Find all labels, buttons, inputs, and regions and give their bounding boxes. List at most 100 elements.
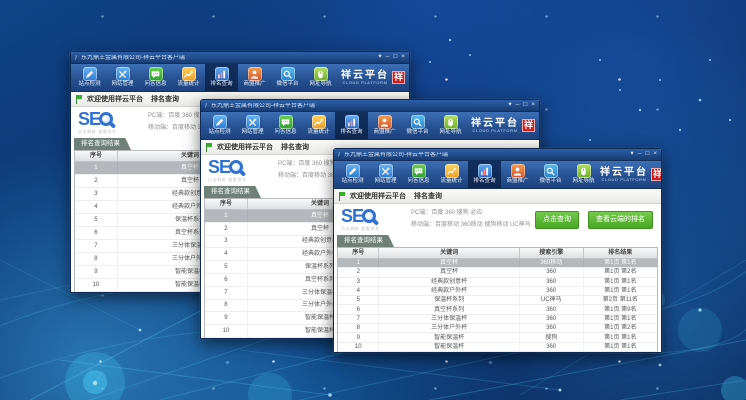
toolbar-item-user[interactable]: 商盟推广 bbox=[368, 112, 401, 139]
table-cell: 第1页 第1名 bbox=[584, 343, 657, 351]
close-button[interactable]: × bbox=[653, 151, 657, 158]
table-cell: 2 bbox=[75, 175, 118, 187]
toolbar-item-bar-chart[interactable]: 排名查询 bbox=[205, 64, 238, 91]
window-titlebar[interactable]: 广东九鼎王金属有限公司-祥云平台客户端 ▾ – □ × bbox=[334, 149, 661, 161]
window-controls: ▾ – □ × bbox=[378, 54, 405, 61]
table-header-row: 序号关键词搜索引擎排名结果 bbox=[338, 248, 657, 259]
table-row[interactable]: 6真空杯系列360第1页 第9名 bbox=[338, 305, 657, 314]
seo-tagline: 点击刷新 查看排名 bbox=[78, 129, 138, 135]
menu-button[interactable]: ▾ bbox=[508, 102, 511, 109]
toolbar-item-tools[interactable]: 网站管理 bbox=[369, 161, 402, 188]
brand-subtitle: CLOUD PLATFORM bbox=[473, 129, 518, 133]
toolbar-item-bar-chart[interactable]: 排名查询 bbox=[335, 112, 368, 139]
toolbar-item-tools[interactable]: 网站管理 bbox=[106, 64, 139, 91]
toolbar-item-label: 问答信息 bbox=[407, 179, 429, 185]
user-icon bbox=[378, 115, 392, 129]
toolbar-item-line-chart[interactable]: 流量统计 bbox=[172, 64, 205, 91]
table-row[interactable]: 5保温杯系列UC神马第2页 第11名 bbox=[338, 296, 657, 305]
toolbar-item-user[interactable]: 商盟推广 bbox=[501, 161, 534, 188]
table-row[interactable]: 9智能保温杯搜狗第1页 第1名 bbox=[338, 333, 657, 342]
toolbar-item-mouse[interactable]: 网址导航 bbox=[304, 64, 337, 91]
toolbar-item-search[interactable]: 微信平台 bbox=[271, 64, 304, 91]
table-cell: 4 bbox=[75, 201, 118, 213]
toolbar-item-user[interactable]: 商盟推广 bbox=[238, 64, 271, 91]
table-header-cell[interactable]: 序号 bbox=[205, 199, 248, 209]
toolbar-item-label: 站点检测 bbox=[78, 82, 100, 88]
window-titlebar[interactable]: 广东九鼎王金属有限公司-祥云平台客户端 ▾ – □ × bbox=[71, 52, 409, 64]
welcome-text: 欢迎使用祥云平台 bbox=[87, 96, 143, 103]
table-row[interactable]: 4经典款户外杯360第1页 第1名 bbox=[338, 287, 657, 296]
toolbar-item-line-chart[interactable]: 流量统计 bbox=[435, 161, 468, 188]
close-button[interactable]: × bbox=[531, 102, 535, 109]
results-table: 序号关键词搜索引擎排名结果 1真空杯360移动第1页 第1名2真空杯360第1页… bbox=[337, 247, 658, 352]
table-header-cell[interactable]: 序号 bbox=[75, 151, 118, 161]
minimize-button[interactable]: – bbox=[516, 102, 520, 109]
table-row[interactable]: 7三分体保温杯360第1页 第1名 bbox=[338, 315, 657, 324]
table-header-cell[interactable]: 关键词 bbox=[379, 248, 519, 258]
toolbar-item-search[interactable]: 微信平台 bbox=[401, 112, 434, 139]
toolbar-item-pencil[interactable]: 站点检测 bbox=[73, 64, 106, 91]
table-cell: 智能保温杯 bbox=[379, 343, 519, 351]
toolbar-item-bar-chart[interactable]: 排名查询 bbox=[468, 161, 501, 188]
pencil-icon bbox=[213, 115, 227, 129]
close-button[interactable]: × bbox=[401, 54, 405, 61]
seo-panel: SE 点击刷新 查看排名 PC端：百度 360 搜狗 必应 移动端：百度移动 3… bbox=[334, 204, 661, 235]
minimize-button[interactable]: – bbox=[386, 54, 390, 61]
table-cell: 3 bbox=[75, 188, 118, 200]
table-cell: 搜狗 bbox=[520, 333, 584, 341]
menu-button[interactable]: ▾ bbox=[378, 54, 381, 61]
magnifier-icon bbox=[229, 160, 243, 174]
toolbar-item-search[interactable]: 微信平台 bbox=[534, 161, 567, 188]
flag-icon bbox=[339, 192, 346, 201]
table-cell: 第1页 第2名 bbox=[584, 268, 657, 276]
welcome-text: 欢迎使用祥云平台 bbox=[217, 144, 273, 151]
window-title: 广东九鼎王金属有限公司-祥云平台客户端 bbox=[75, 55, 378, 61]
minimize-button[interactable]: – bbox=[638, 151, 642, 158]
table-header-cell[interactable]: 搜索引擎 bbox=[520, 248, 584, 258]
tab-ranking-results[interactable]: 排名查询结果 bbox=[204, 186, 261, 199]
table-cell: 7 bbox=[205, 287, 248, 299]
toolbar-item-label: 微信平台 bbox=[276, 82, 298, 88]
tab-ranking-results[interactable]: 排名查询结果 bbox=[337, 235, 394, 248]
toolbar-item-mouse[interactable]: 网址导航 bbox=[567, 161, 600, 188]
toolbar-item-mouse[interactable]: 网址导航 bbox=[434, 112, 467, 139]
view-cloud-ranking-button[interactable]: 查看云端的排名 bbox=[588, 211, 653, 229]
toolbar-item-label: 流量统计 bbox=[440, 179, 462, 185]
seo-logo-text: SE bbox=[341, 207, 363, 225]
seo-logo-top: SE bbox=[78, 110, 138, 128]
maximize-button[interactable]: □ bbox=[393, 54, 397, 61]
maximize-button[interactable]: □ bbox=[523, 102, 527, 109]
window-title: 广东九鼎王金属有限公司-祥云平台客户端 bbox=[338, 152, 630, 158]
window-titlebar[interactable]: 广东九鼎王金属有限公司-祥云平台客户端 ▾ – □ × bbox=[201, 100, 539, 112]
table-header-cell[interactable]: 排名结果 bbox=[584, 248, 657, 258]
toolbar-item-chat[interactable]: 问答信息 bbox=[402, 161, 435, 188]
toolbar-item-tools[interactable]: 网站管理 bbox=[236, 112, 269, 139]
table-header-cell[interactable]: 序号 bbox=[338, 248, 379, 258]
toolbar-item-label: 商盟推广 bbox=[373, 130, 395, 136]
toolbar-item-line-chart[interactable]: 流量统计 bbox=[302, 112, 335, 139]
toolbar-item-pencil[interactable]: 站点检测 bbox=[203, 112, 236, 139]
table-cell: 8 bbox=[205, 300, 248, 312]
table-cell: 360 bbox=[520, 268, 584, 276]
maximize-button[interactable]: □ bbox=[645, 151, 649, 158]
toolbar-item-chat[interactable]: 问答信息 bbox=[139, 64, 172, 91]
table-cell: 第1页 第9名 bbox=[584, 305, 657, 313]
table-cell: 第1页 第1名 bbox=[584, 333, 657, 341]
table-cell: 10 bbox=[338, 343, 379, 351]
menu-button[interactable]: ▾ bbox=[630, 151, 633, 158]
toolbar-items: 站点检测网站管理问答信息流量统计排名查询商盟推广微信平台网址导航 bbox=[73, 64, 337, 91]
table-row[interactable]: 3经典款创意杯360第1页 第1名 bbox=[338, 278, 657, 287]
table-cell: 9 bbox=[75, 266, 118, 278]
table-cell: 真空杯 bbox=[379, 259, 519, 267]
toolbar-item-chat[interactable]: 问答信息 bbox=[269, 112, 302, 139]
welcome-bar: 欢迎使用祥云平台 排名查询 bbox=[334, 189, 661, 204]
table-cell: 360 bbox=[520, 324, 584, 332]
table-row[interactable]: 1真空杯360移动第1页 第1名 bbox=[338, 259, 657, 268]
table-row[interactable]: 10智能保温杯360第1页 第1名 bbox=[338, 343, 657, 352]
toolbar-item-pencil[interactable]: 站点检测 bbox=[336, 161, 369, 188]
query-button[interactable]: 点击查询 bbox=[535, 211, 579, 229]
brand-subtitle: CLOUD PLATFORM bbox=[602, 178, 647, 182]
table-row[interactable]: 8三分体户外杯360第1页 第2名 bbox=[338, 324, 657, 333]
tab-ranking-results[interactable]: 排名查询结果 bbox=[74, 138, 131, 151]
table-row[interactable]: 2真空杯360第1页 第2名 bbox=[338, 268, 657, 277]
